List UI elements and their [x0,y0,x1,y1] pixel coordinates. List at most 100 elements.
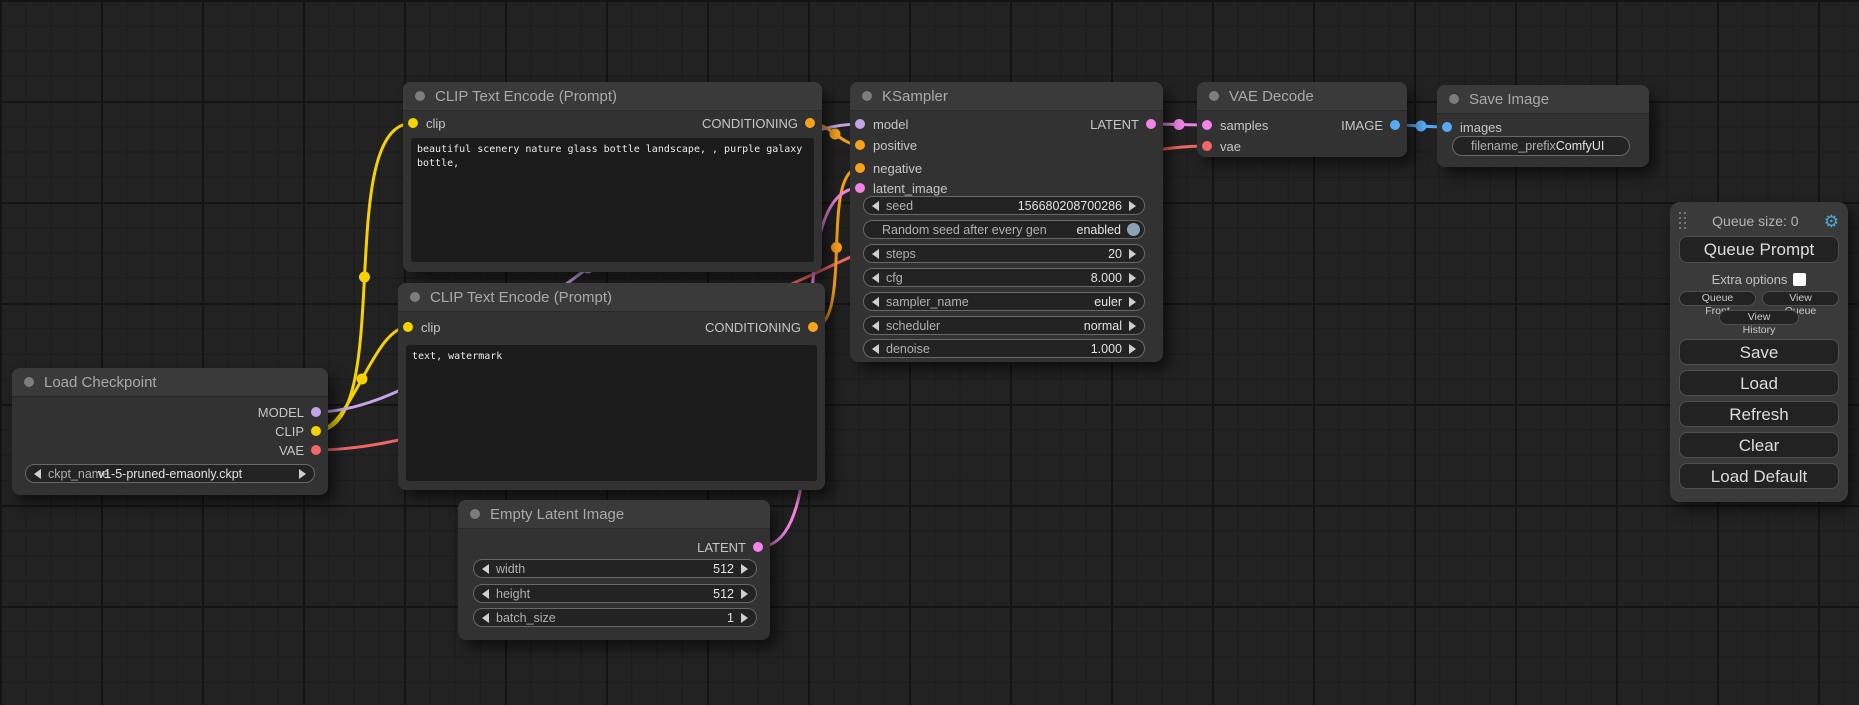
filename-prefix-widget[interactable]: filename_prefix ComfyUI [1452,136,1630,156]
clip-slot-dot[interactable] [311,426,321,436]
conditioning-slot-dot[interactable] [855,140,865,150]
node-vae-decode[interactable]: VAE Decode samples IMAGE vae [1197,82,1407,157]
height-widget[interactable]: height 512 [473,584,757,603]
decrement-arrow-icon[interactable] [482,613,489,623]
collapse-dot[interactable] [1209,91,1219,101]
conditioning-slot-dot[interactable] [808,322,818,332]
decrement-arrow-icon[interactable] [872,344,879,354]
node-header[interactable]: Empty Latent Image [458,500,770,529]
output-slot-latent[interactable]: LATENT [458,538,770,556]
link-midpoint-dot [359,272,370,283]
queue-front-button[interactable]: Queue Front [1679,291,1756,306]
queue-prompt-button[interactable]: Queue Prompt [1679,236,1839,263]
load-button[interactable]: Load [1679,370,1839,396]
extra-options-label: Extra options [1712,272,1788,287]
denoise-widget[interactable]: denoise 1.000 [863,339,1145,358]
ckpt-name-widget[interactable]: ckpt_name v1-5-pruned-emaonly.ckpt [25,464,315,483]
node-save-image[interactable]: Save Image images filename_prefix ComfyU… [1437,85,1649,167]
increment-arrow-icon[interactable] [741,613,748,623]
link-midpoint-dot [1174,119,1185,130]
increment-arrow-icon[interactable] [1129,344,1136,354]
view-queue-button[interactable]: View Queue [1762,291,1839,306]
node-header[interactable]: Save Image [1437,85,1649,114]
output-slot-conditioning[interactable]: CONDITIONING [403,114,822,132]
batch-size-widget[interactable]: batch_size 1 [473,608,757,627]
sampler-name-widget[interactable]: sampler_name euler [863,292,1145,311]
prompt-textarea[interactable]: beautiful scenery nature glass bottle la… [411,138,814,262]
save-button[interactable]: Save [1679,339,1839,365]
input-slot-positive[interactable]: positive [850,136,1163,154]
output-slot-vae[interactable]: VAE [12,441,328,459]
clear-button[interactable]: Clear [1679,432,1839,458]
latent-slot-dot[interactable] [753,542,763,552]
node-header[interactable]: CLIP Text Encode (Prompt) [403,82,822,111]
vae-slot-dot[interactable] [1202,141,1212,151]
conditioning-slot-dot[interactable] [855,163,865,173]
gear-icon[interactable]: ⚙ [1824,213,1839,230]
increment-arrow-icon[interactable] [299,469,306,479]
prompt-textarea[interactable]: text, watermark [406,345,817,481]
latent-slot-dot[interactable] [855,183,865,193]
vae-slot-dot[interactable] [311,445,321,455]
link-midpoint-dot [831,242,842,253]
node-header[interactable]: CLIP Text Encode (Prompt) [398,283,825,312]
collapse-dot[interactable] [862,91,872,101]
collapse-dot[interactable] [415,91,425,101]
collapse-dot[interactable] [470,509,480,519]
scheduler-widget[interactable]: scheduler normal [863,316,1145,335]
node-title: VAE Decode [1229,88,1314,105]
increment-arrow-icon[interactable] [1129,249,1136,259]
drag-handle-icon[interactable] [1679,212,1687,230]
output-slot-model[interactable]: MODEL [12,403,328,421]
view-history-button[interactable]: View History [1719,310,1799,325]
latent-slot-dot[interactable] [1146,119,1156,129]
node-ksampler[interactable]: KSampler model LATENT positive negative … [850,82,1163,362]
cfg-widget[interactable]: cfg 8.000 [863,268,1145,287]
image-slot-dot[interactable] [1390,120,1400,130]
increment-arrow-icon[interactable] [741,564,748,574]
increment-arrow-icon[interactable] [1129,297,1136,307]
seed-widget[interactable]: seed 156680208700286 [863,196,1145,215]
node-load-checkpoint[interactable]: Load Checkpoint MODEL CLIP VAE ckpt_name… [12,368,328,495]
toggle-dot[interactable] [1127,223,1140,236]
increment-arrow-icon[interactable] [1129,273,1136,283]
refresh-button[interactable]: Refresh [1679,401,1839,427]
input-slot-negative[interactable]: negative [850,159,1163,177]
node-clip-text-encode-positive[interactable]: CLIP Text Encode (Prompt) clip CONDITION… [403,82,822,272]
decrement-arrow-icon[interactable] [872,297,879,307]
input-slot-images[interactable]: images [1437,118,1649,136]
steps-widget[interactable]: steps 20 [863,244,1145,263]
node-clip-text-encode-negative[interactable]: CLIP Text Encode (Prompt) clip CONDITION… [398,283,825,490]
image-slot-dot[interactable] [1442,122,1452,132]
load-default-button[interactable]: Load Default [1679,463,1839,489]
node-header[interactable]: KSampler [850,82,1163,111]
node-header[interactable]: Load Checkpoint [12,368,328,397]
output-slot-conditioning[interactable]: CONDITIONING [398,318,825,336]
output-slot-latent[interactable]: LATENT [850,115,1163,133]
model-slot-dot[interactable] [311,407,321,417]
collapse-dot[interactable] [410,292,420,302]
decrement-arrow-icon[interactable] [482,564,489,574]
input-slot-vae[interactable]: vae [1197,137,1407,155]
decrement-arrow-icon[interactable] [872,201,879,211]
extra-options-checkbox[interactable] [1793,273,1806,286]
width-widget[interactable]: width 512 [473,559,757,578]
decrement-arrow-icon[interactable] [872,249,879,259]
decrement-arrow-icon[interactable] [872,321,879,331]
collapse-dot[interactable] [24,377,34,387]
input-slot-latent-image[interactable]: latent_image [850,179,1163,197]
decrement-arrow-icon[interactable] [482,589,489,599]
node-title: Empty Latent Image [490,506,624,523]
output-slot-clip[interactable]: CLIP [12,422,328,440]
output-slot-image[interactable]: IMAGE [1197,116,1407,134]
increment-arrow-icon[interactable] [741,589,748,599]
node-header[interactable]: VAE Decode [1197,82,1407,111]
decrement-arrow-icon[interactable] [872,273,879,283]
node-empty-latent-image[interactable]: Empty Latent Image LATENT width 512 heig… [458,500,770,640]
collapse-dot[interactable] [1449,94,1459,104]
conditioning-slot-dot[interactable] [805,118,815,128]
random-seed-toggle-widget[interactable]: Random seed after every gen enabled [863,220,1145,239]
increment-arrow-icon[interactable] [1129,321,1136,331]
decrement-arrow-icon[interactable] [34,469,41,479]
increment-arrow-icon[interactable] [1129,201,1136,211]
